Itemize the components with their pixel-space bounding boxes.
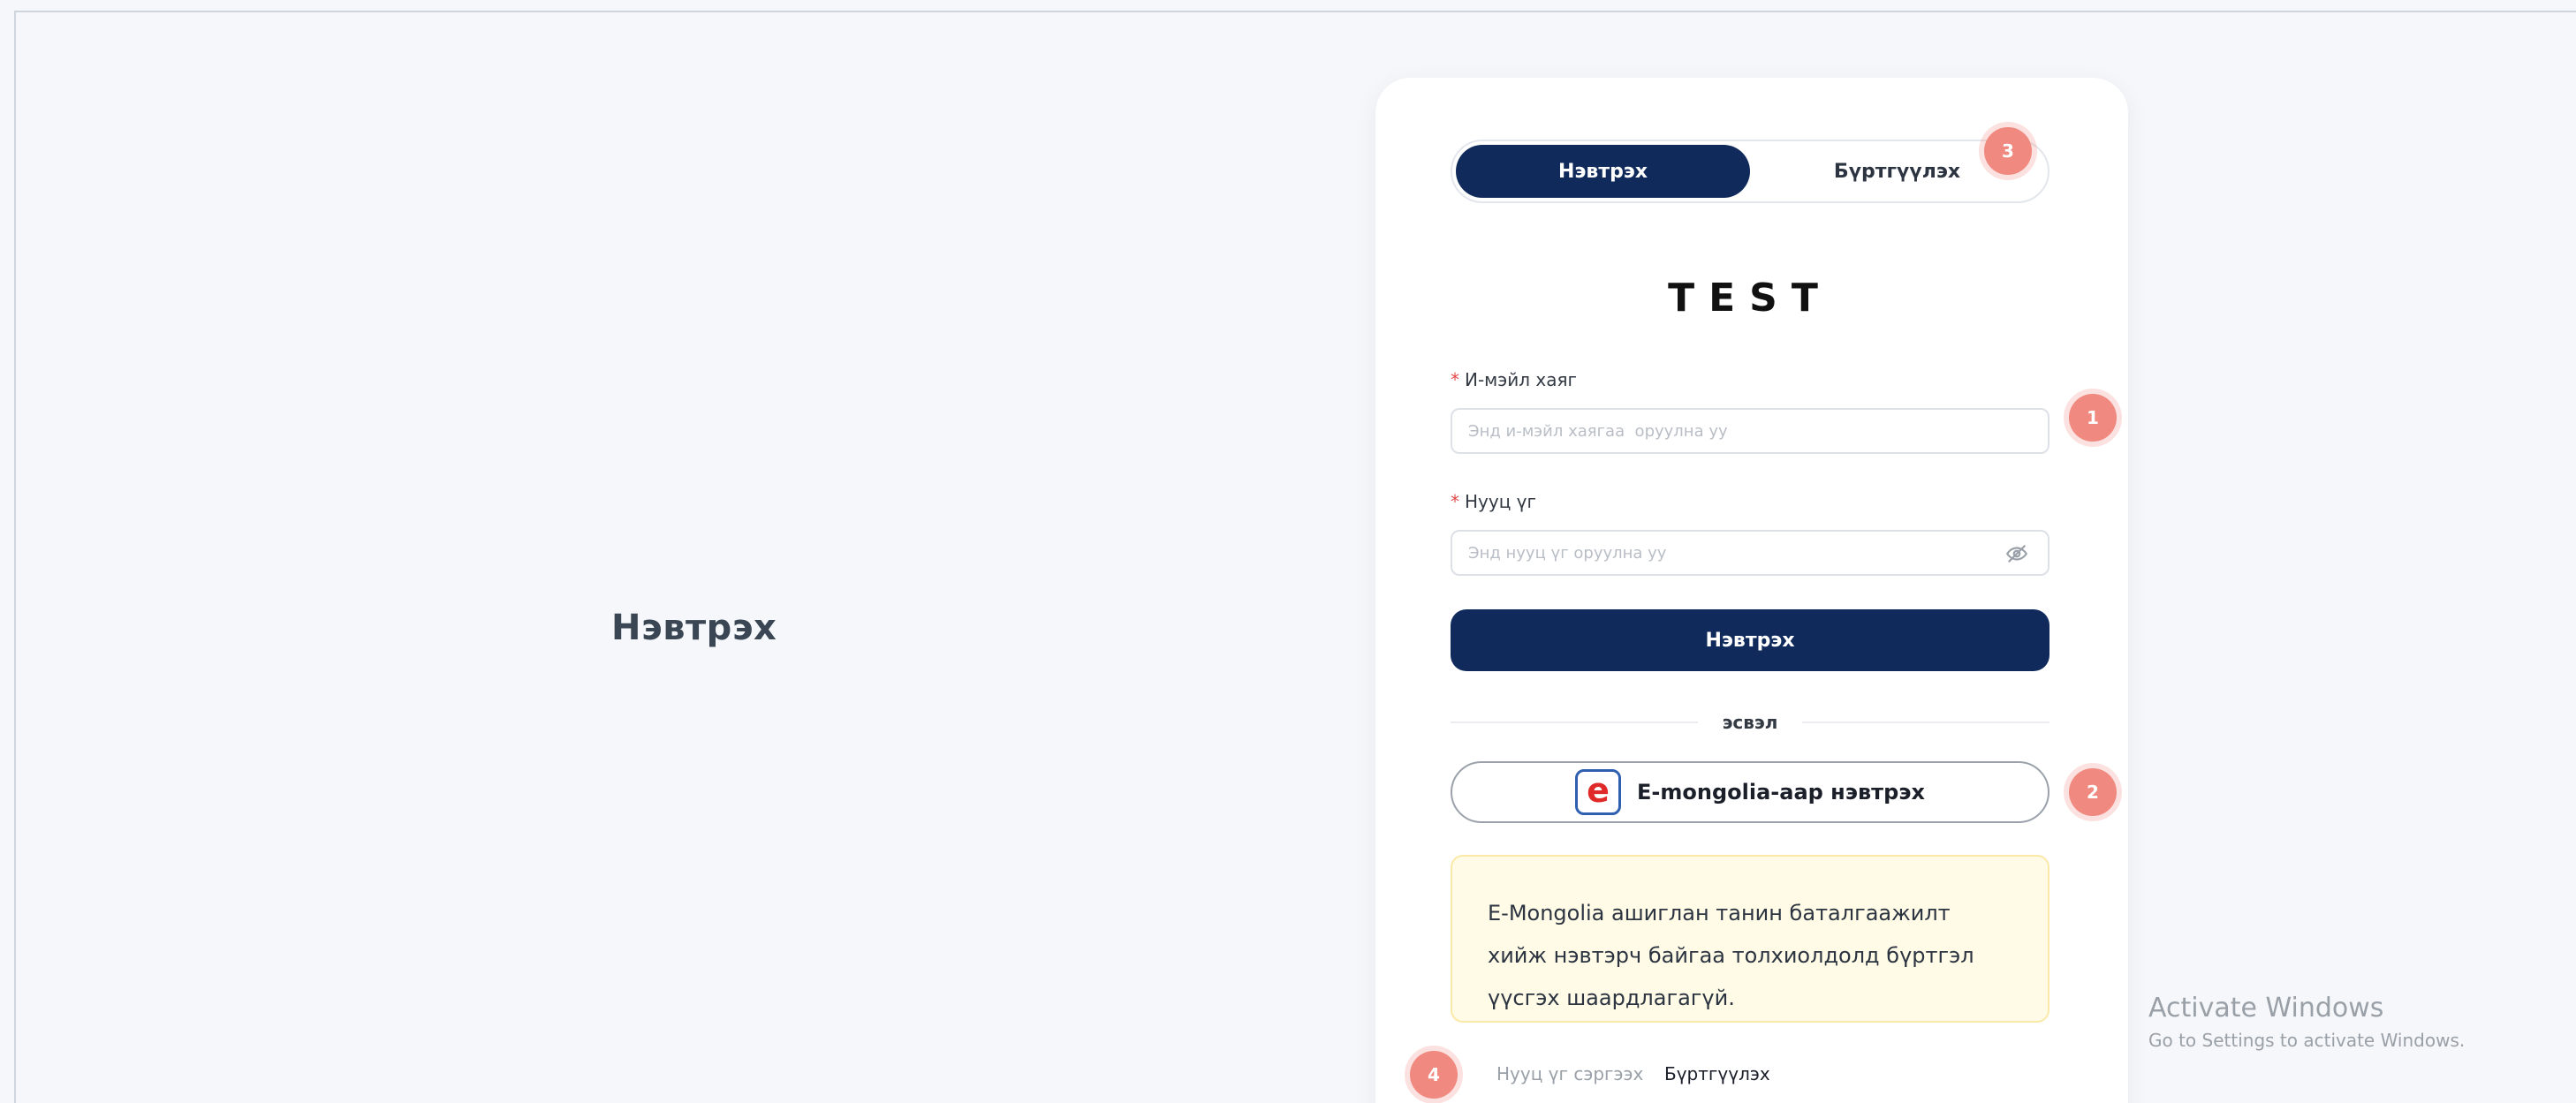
info-notice: E-Mongolia ашиглан танин баталгаажилт хи… [1451, 855, 2049, 1023]
page-frame [14, 11, 2576, 1103]
page-title: Нэвтрэх [611, 608, 777, 648]
password-label-text: Нууц үг [1465, 491, 1537, 512]
emongolia-login-button[interactable]: e E-mongolia-аар нэвтрэх [1451, 761, 2049, 823]
email-label: * И-мэйл хаяг [1451, 369, 1577, 390]
divider-line [1451, 721, 1698, 723]
divider-text: эсвэл [1722, 712, 1778, 733]
required-mark: * [1451, 491, 1459, 512]
email-label-text: И-мэйл хаяг [1465, 369, 1578, 390]
password-label: * Нууц үг [1451, 491, 1536, 512]
email-input[interactable] [1451, 408, 2049, 454]
eye-off-icon[interactable] [2004, 540, 2030, 567]
annotation-badge-3: 3 [1984, 127, 2032, 175]
auth-tabs: Нэвтрэх Бүртгүүлэх [1451, 140, 2049, 203]
windows-watermark-title: Activate Windows [2148, 993, 2384, 1024]
annotation-badge-1: 1 [2069, 394, 2117, 442]
info-notice-text: E-Mongolia ашиглан танин баталгаажилт хи… [1488, 901, 1974, 1010]
windows-watermark-subtitle: Go to Settings to activate Windows. [2148, 1030, 2466, 1051]
emongolia-button-label: E-mongolia-аар нэвтрэх [1637, 780, 1925, 805]
password-input[interactable] [1451, 530, 2049, 576]
forgot-password-link[interactable]: Нууц үг сэргээх [1496, 1063, 1643, 1084]
annotation-badge-4: 4 [1410, 1051, 1458, 1099]
brand-logo: TEST [1668, 276, 1832, 321]
register-link[interactable]: Бүртгүүлэх [1664, 1063, 1770, 1084]
login-button[interactable]: Нэвтрэх [1451, 609, 2049, 671]
divider-line [1802, 721, 2049, 723]
required-mark: * [1451, 369, 1459, 390]
annotation-badge-2: 2 [2069, 768, 2117, 816]
or-divider: эсвэл [1451, 708, 2049, 737]
emongolia-logo-icon: e [1575, 769, 1622, 815]
tab-login[interactable]: Нэвтрэх [1456, 145, 1750, 198]
